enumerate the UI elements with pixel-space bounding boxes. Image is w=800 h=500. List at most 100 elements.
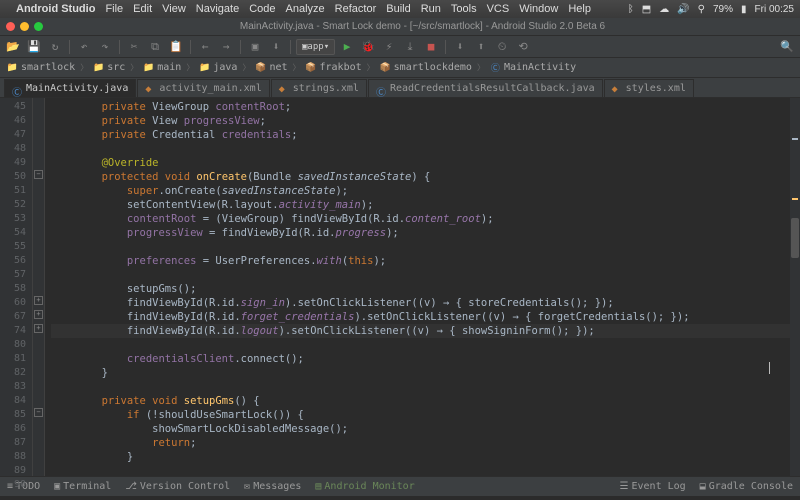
- tab-mainactivity[interactable]: ⒸMainActivity.java: [4, 79, 136, 97]
- fold-column[interactable]: − + + + −: [33, 98, 45, 476]
- zoom-icon[interactable]: [34, 22, 43, 31]
- battery-icon[interactable]: ▮: [741, 4, 747, 15]
- copy-icon[interactable]: ⧉: [146, 38, 164, 56]
- back-icon[interactable]: ←: [196, 38, 214, 56]
- menu-vcs[interactable]: VCS: [487, 3, 510, 15]
- package-icon: 📦: [380, 62, 391, 73]
- menu-tools[interactable]: Tools: [451, 3, 477, 15]
- code-editor[interactable]: 4546474849505152535455565758606774808182…: [0, 98, 800, 476]
- folder-icon: 📁: [7, 62, 18, 73]
- save-icon[interactable]: 💾: [25, 38, 43, 56]
- code-area[interactable]: private ViewGroup contentRoot; private V…: [45, 98, 800, 476]
- scrollbar-thumb[interactable]: [791, 218, 799, 258]
- scrollbar-track[interactable]: [790, 98, 800, 476]
- close-icon[interactable]: [6, 22, 15, 31]
- line-number-gutter[interactable]: 4546474849505152535455565758606774808182…: [0, 98, 33, 476]
- statusbar-android-monitor[interactable]: ▤ Android Monitor: [312, 481, 417, 492]
- window-title: MainActivity.java - Smart Lock demo - [~…: [51, 21, 794, 32]
- bluetooth-icon[interactable]: ᛒ: [628, 4, 634, 15]
- avd-manager-icon[interactable]: ▣: [246, 38, 264, 56]
- open-icon[interactable]: 📂: [4, 38, 22, 56]
- menu-navigate[interactable]: Navigate: [196, 3, 239, 15]
- text-caret: [769, 362, 770, 374]
- attach-debugger-icon[interactable]: ⤓: [401, 38, 419, 56]
- statusbar-gradle-console[interactable]: ⬓ Gradle Console: [697, 481, 796, 492]
- redo-icon[interactable]: ↷: [96, 38, 114, 56]
- folder-icon: 📁: [93, 62, 104, 73]
- crumb-pkg2[interactable]: 📦frakbot: [303, 61, 365, 74]
- fold-expand-icon[interactable]: +: [34, 324, 43, 333]
- crumb-project[interactable]: 📁smartlock: [4, 61, 78, 74]
- scrollbar-mark: [792, 198, 798, 200]
- menu-window[interactable]: Window: [519, 3, 558, 15]
- minimize-icon[interactable]: [20, 22, 29, 31]
- package-icon: 📦: [255, 62, 266, 73]
- crumb-pkg1[interactable]: 📦net: [252, 61, 290, 74]
- sdk-manager-icon[interactable]: ⬇: [267, 38, 285, 56]
- java-file-icon: Ⓒ: [12, 84, 22, 94]
- xml-file-icon: ◆: [145, 84, 155, 94]
- undo-icon[interactable]: ↶: [75, 38, 93, 56]
- menu-view[interactable]: View: [162, 3, 186, 15]
- statusbar-event-log[interactable]: ☰ Event Log: [617, 481, 689, 492]
- cut-icon[interactable]: ✂: [125, 38, 143, 56]
- menu-file[interactable]: File: [105, 3, 123, 15]
- package-icon: 📦: [306, 62, 317, 73]
- search-icon[interactable]: 🔍: [778, 38, 796, 56]
- tab-readcredentials[interactable]: ⒸReadCredentialsResultCallback.java: [368, 79, 603, 97]
- run-config-selector[interactable]: ▣ app ▾: [296, 39, 335, 55]
- xml-file-icon: ◆: [279, 84, 289, 94]
- crumb-pkg3[interactable]: 📦smartlockdemo: [377, 61, 475, 74]
- app-name[interactable]: Android Studio: [16, 3, 95, 15]
- vcs-revert-icon[interactable]: ⟲: [514, 38, 532, 56]
- tab-activity-main-xml[interactable]: ◆activity_main.xml: [137, 79, 269, 97]
- clock[interactable]: Fri 00:25: [755, 4, 794, 15]
- tab-styles-xml[interactable]: ◆styles.xml: [604, 79, 694, 97]
- menu-code[interactable]: Code: [249, 3, 275, 15]
- crumb-main[interactable]: 📁main: [140, 61, 184, 74]
- editor-tabs: ⒸMainActivity.java ◆activity_main.xml ◆s…: [0, 78, 800, 98]
- volume-icon[interactable]: 🔊: [677, 4, 689, 15]
- vcs-history-icon[interactable]: ⏲: [493, 38, 511, 56]
- menu-help[interactable]: Help: [568, 3, 591, 15]
- stop-icon[interactable]: ■: [422, 38, 440, 56]
- fold-marker-icon[interactable]: −: [34, 408, 43, 417]
- menu-build[interactable]: Build: [386, 3, 410, 15]
- folder-icon: 📁: [199, 62, 210, 73]
- folder-icon: 📁: [143, 62, 154, 73]
- scrollbar-mark: [792, 138, 798, 140]
- cloud-icon[interactable]: ☁: [659, 4, 669, 15]
- run-icon[interactable]: ▶: [338, 38, 356, 56]
- crumb-src[interactable]: 📁src: [90, 61, 128, 74]
- statusbar-messages[interactable]: ✉ Messages: [241, 481, 304, 492]
- fold-marker-icon[interactable]: −: [34, 170, 43, 179]
- paste-icon[interactable]: 📋: [167, 38, 185, 56]
- fold-expand-icon[interactable]: +: [34, 296, 43, 305]
- nav-breadcrumbs: 📁smartlock〉 📁src〉 📁main〉 📁java〉 📦net〉 📦f…: [0, 58, 800, 78]
- crumb-java[interactable]: 📁java: [196, 61, 240, 74]
- menu-edit[interactable]: Edit: [133, 3, 152, 15]
- java-file-icon: Ⓒ: [376, 84, 386, 94]
- crumb-class[interactable]: ⒸMainActivity: [487, 61, 579, 74]
- fold-expand-icon[interactable]: +: [34, 310, 43, 319]
- vcs-commit-icon[interactable]: ⬆: [472, 38, 490, 56]
- class-icon: Ⓒ: [490, 62, 501, 73]
- apply-changes-icon[interactable]: ⚡: [380, 38, 398, 56]
- forward-icon[interactable]: →: [217, 38, 235, 56]
- sync-icon[interactable]: ↻: [46, 38, 64, 56]
- debug-icon[interactable]: 🐞: [359, 38, 377, 56]
- wifi-icon[interactable]: ⚲: [698, 4, 705, 15]
- window-titlebar: MainActivity.java - Smart Lock demo - [~…: [0, 18, 800, 36]
- menu-analyze[interactable]: Analyze: [286, 3, 325, 15]
- xml-file-icon: ◆: [612, 84, 622, 94]
- tab-strings-xml[interactable]: ◆strings.xml: [271, 79, 367, 97]
- battery-percent: 79%: [713, 4, 733, 15]
- macos-menubar: Android Studio File Edit View Navigate C…: [0, 0, 800, 18]
- statusbar-vcs[interactable]: ⎇ Version Control: [122, 481, 233, 492]
- vcs-update-icon[interactable]: ⬇: [451, 38, 469, 56]
- menu-run[interactable]: Run: [421, 3, 441, 15]
- dropbox-icon[interactable]: ⬒: [642, 4, 651, 15]
- statusbar-terminal[interactable]: ▣ Terminal: [51, 481, 114, 492]
- statusbar: ≡ TODO ▣ Terminal ⎇ Version Control ✉ Me…: [0, 476, 800, 496]
- menu-refactor[interactable]: Refactor: [335, 3, 377, 15]
